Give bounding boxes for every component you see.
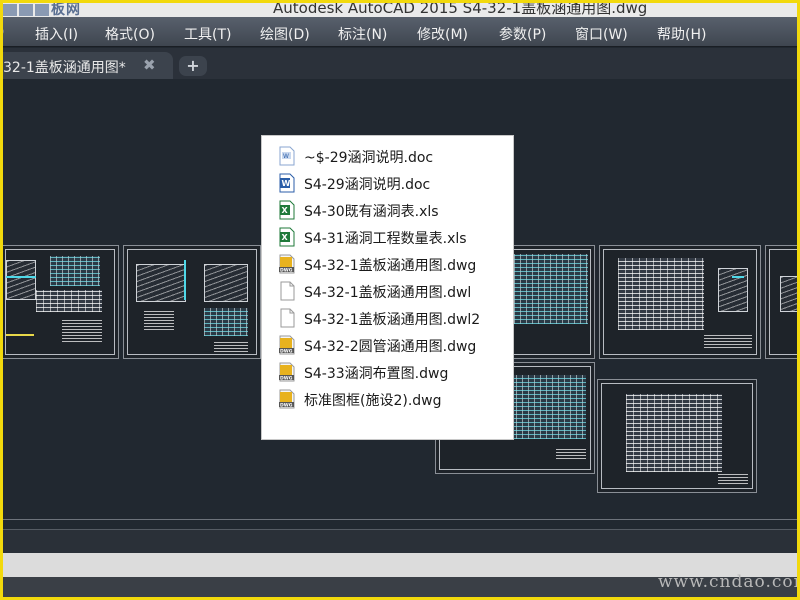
- title-bar: 板网 Autodesk AutoCAD 2015 S4-32-1盖板涵通用图.d…: [3, 3, 797, 17]
- svg-text:W: W: [283, 153, 289, 160]
- list-item[interactable]: X S4-30既有涵洞表.xls: [276, 199, 512, 221]
- menu-item-modify[interactable]: 修改(M): [417, 24, 468, 44]
- dwg-file-icon: DWG: [278, 362, 296, 382]
- svg-text:DWG: DWG: [280, 375, 293, 381]
- list-item[interactable]: DWG 标准图框(施设2).dwg: [276, 388, 512, 410]
- list-item[interactable]: DWG S4-32-1盖板涵通用图.dwg: [276, 253, 512, 275]
- excel-xls-icon: X: [278, 200, 296, 220]
- layout-sheet: [765, 245, 797, 359]
- menu-item-insert[interactable]: 插入(I): [35, 24, 78, 44]
- tab-drawing-label: 32-1盖板涵通用图*: [3, 60, 126, 76]
- svg-text:DWG: DWG: [280, 267, 293, 273]
- menu-bar: ) 插入(I) 格式(O) 工具(T) 绘图(D) 标注(N) 修改(M) 参数…: [3, 17, 797, 47]
- list-item[interactable]: W S4-29涵洞说明.doc: [276, 172, 512, 194]
- layout-sheet: [599, 245, 761, 359]
- close-tab-icon[interactable]: ✖: [143, 56, 156, 74]
- file-name: S4-32-1盖板涵通用图.dwl: [304, 285, 472, 301]
- word-temp-icon: W: [278, 146, 296, 166]
- list-item[interactable]: X S4-31涵洞工程数量表.xls: [276, 226, 512, 248]
- blank-file-icon: [278, 308, 296, 328]
- file-name: S4-32-1盖板涵通用图.dwl2: [304, 312, 481, 328]
- menu-item-help[interactable]: 帮助(H): [657, 24, 706, 44]
- word-doc-icon: W: [278, 173, 296, 193]
- file-tab-bar: 32-1盖板涵通用图* ✖ +: [3, 48, 797, 79]
- dwg-file-icon: DWG: [278, 335, 296, 355]
- list-item[interactable]: S4-32-1盖板涵通用图.dwl2: [276, 307, 512, 329]
- svg-text:DWG: DWG: [280, 402, 293, 408]
- site-logo: 板网: [3, 3, 103, 17]
- menu-item-parameters[interactable]: 参数(P): [499, 24, 546, 44]
- window-title: Autodesk AutoCAD 2015 S4-32-1盖板涵通用图.dwg: [273, 3, 648, 17]
- list-item[interactable]: DWG S4-32-2圆管涵通用图.dwg: [276, 334, 512, 356]
- file-name: S4-32-1盖板涵通用图.dwg: [304, 258, 477, 274]
- new-tab-button[interactable]: +: [179, 56, 207, 76]
- site-watermark: www.cndao.com: [658, 572, 797, 592]
- file-name: S4-32-2圆管涵通用图.dwg: [304, 339, 477, 355]
- svg-text:X: X: [282, 233, 289, 242]
- blank-file-icon: [278, 281, 296, 301]
- svg-text:DWG: DWG: [280, 348, 293, 354]
- command-line[interactable]: [3, 529, 797, 553]
- menu-item-format[interactable]: 格式(O): [105, 24, 155, 44]
- file-name: S4-31涵洞工程数量表.xls: [304, 231, 467, 247]
- file-list-popup: W ~$-29涵洞说明.doc W S4-29涵洞说明.doc X S4-30既…: [261, 135, 514, 440]
- menu-item-tools[interactable]: 工具(T): [184, 24, 231, 44]
- menu-item-partial[interactable]: ): [3, 24, 4, 40]
- menu-item-dimension[interactable]: 标注(N): [338, 24, 387, 44]
- dwg-file-icon: DWG: [278, 254, 296, 274]
- list-item[interactable]: DWG S4-33涵洞布置图.dwg: [276, 361, 512, 383]
- file-name: 标准图框(施设2).dwg: [304, 393, 442, 409]
- layout-sheet: [123, 245, 261, 359]
- layout-sheet: [3, 245, 119, 359]
- autocad-window: 板网 Autodesk AutoCAD 2015 S4-32-1盖板涵通用图.d…: [3, 3, 797, 597]
- svg-text:X: X: [282, 206, 289, 215]
- dwg-file-icon: DWG: [278, 389, 296, 409]
- menu-item-draw[interactable]: 绘图(D): [260, 24, 310, 44]
- file-name: S4-30既有涵洞表.xls: [304, 204, 439, 220]
- svg-text:W: W: [282, 179, 291, 188]
- file-name: S4-29涵洞说明.doc: [304, 177, 431, 193]
- file-name: ~$-29涵洞说明.doc: [304, 150, 434, 166]
- list-item[interactable]: S4-32-1盖板涵通用图.dwl: [276, 280, 512, 302]
- menu-item-window[interactable]: 窗口(W): [575, 24, 628, 44]
- canvas-divider: [3, 519, 797, 520]
- list-item[interactable]: W ~$-29涵洞说明.doc: [276, 145, 512, 167]
- tab-drawing[interactable]: 32-1盖板涵通用图* ✖: [3, 52, 173, 79]
- excel-xls-icon: X: [278, 227, 296, 247]
- file-name: S4-33涵洞布置图.dwg: [304, 366, 449, 382]
- layout-sheet: [597, 379, 757, 493]
